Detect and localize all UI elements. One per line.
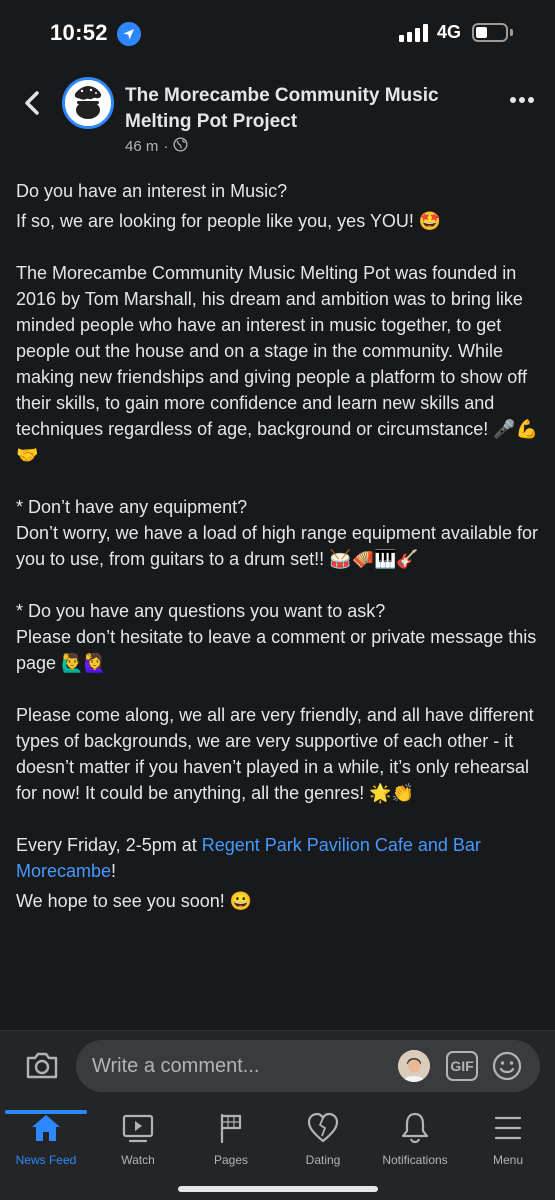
- battery-level: [476, 27, 487, 38]
- tab-notifications[interactable]: Notifications: [369, 1110, 461, 1167]
- bottom-tab-bar: News Feed Watch Pages Dating Notificatio…: [0, 1100, 555, 1200]
- bell-icon: [369, 1110, 461, 1146]
- tab-label: Notifications: [382, 1153, 448, 1167]
- post-paragraph: Please come along, we all are very frien…: [16, 705, 534, 803]
- post-body: Do you have an interest in Music? If so,…: [16, 178, 541, 914]
- post-meta: 46 m ·: [125, 137, 188, 156]
- status-bar: 10:52 4G: [0, 0, 555, 66]
- tab-dating[interactable]: Dating: [277, 1110, 369, 1167]
- network-type: 4G: [437, 22, 462, 42]
- tab-news-feed[interactable]: News Feed: [0, 1110, 92, 1167]
- page-avatar[interactable]: [62, 77, 114, 129]
- tab-pages[interactable]: Pages: [185, 1110, 277, 1167]
- post-paragraph: Don’t worry, we have a load of high rang…: [16, 523, 538, 569]
- more-dot: [519, 97, 525, 103]
- video-play-icon: [92, 1110, 184, 1146]
- camera-button[interactable]: [24, 1049, 60, 1081]
- avatar[interactable]: [398, 1050, 430, 1082]
- comment-input[interactable]: Write a comment... GIF: [76, 1040, 540, 1092]
- flag-icon: [185, 1110, 277, 1146]
- post-paragraph: If so, we are looking for people like yo…: [16, 211, 442, 231]
- tab-label: Menu: [492, 1153, 524, 1167]
- camera-icon: [26, 1052, 58, 1079]
- home-icon: [0, 1110, 92, 1146]
- battery-cap: [510, 29, 513, 36]
- cellular-signal-icon: [399, 24, 428, 42]
- post-paragraph: We hope to see you soon! 😀: [16, 891, 253, 911]
- melting-pot-logo-icon: [65, 80, 111, 126]
- post-paragraph: Do you have an interest in Music?: [16, 181, 288, 201]
- back-button[interactable]: [18, 88, 46, 118]
- tab-label: Watch: [121, 1153, 155, 1167]
- post-paragraph-event: Every Friday, 2-5pm at Regent Park Pavil…: [16, 832, 541, 884]
- status-time: 10:52: [50, 20, 108, 45]
- tab-watch[interactable]: Watch: [92, 1110, 184, 1167]
- hamburger-menu-icon: [462, 1110, 554, 1146]
- post-paragraph: * Don’t have any equipment?: [16, 497, 248, 517]
- more-options-button[interactable]: [510, 95, 538, 105]
- tab-menu[interactable]: Menu: [462, 1110, 554, 1167]
- location-arrow-icon: [117, 22, 141, 46]
- active-tab-indicator: [5, 1110, 87, 1114]
- comment-placeholder: Write a comment...: [92, 1055, 260, 1077]
- event-text: Every Friday, 2-5pm at: [16, 835, 202, 855]
- more-dot: [528, 97, 534, 103]
- meta-separator: ·: [163, 138, 169, 155]
- smiley-icon[interactable]: [492, 1051, 522, 1081]
- heart-icon: [277, 1110, 369, 1146]
- post-paragraph: The Morecambe Community Music Melting Po…: [16, 263, 539, 465]
- tab-label: Dating: [305, 1153, 341, 1167]
- tab-label: Pages: [213, 1153, 249, 1167]
- more-dot: [510, 97, 516, 103]
- post-paragraph: Please don’t hesitate to leave a comment…: [16, 627, 537, 673]
- event-text-end: !: [111, 861, 117, 881]
- tab-label: News Feed: [15, 1153, 77, 1167]
- post-paragraph: * Do you have any questions you want to …: [16, 601, 386, 621]
- globe-icon: [173, 137, 188, 156]
- comment-bar: Write a comment... GIF: [0, 1030, 555, 1100]
- gif-button[interactable]: GIF: [446, 1051, 478, 1081]
- home-indicator: [178, 1186, 378, 1192]
- battery-icon: [472, 23, 508, 42]
- page-name[interactable]: The Morecambe Community Music Melting Po…: [125, 83, 485, 135]
- post-time: 46 m: [125, 138, 159, 155]
- chevron-left-icon: [25, 91, 39, 115]
